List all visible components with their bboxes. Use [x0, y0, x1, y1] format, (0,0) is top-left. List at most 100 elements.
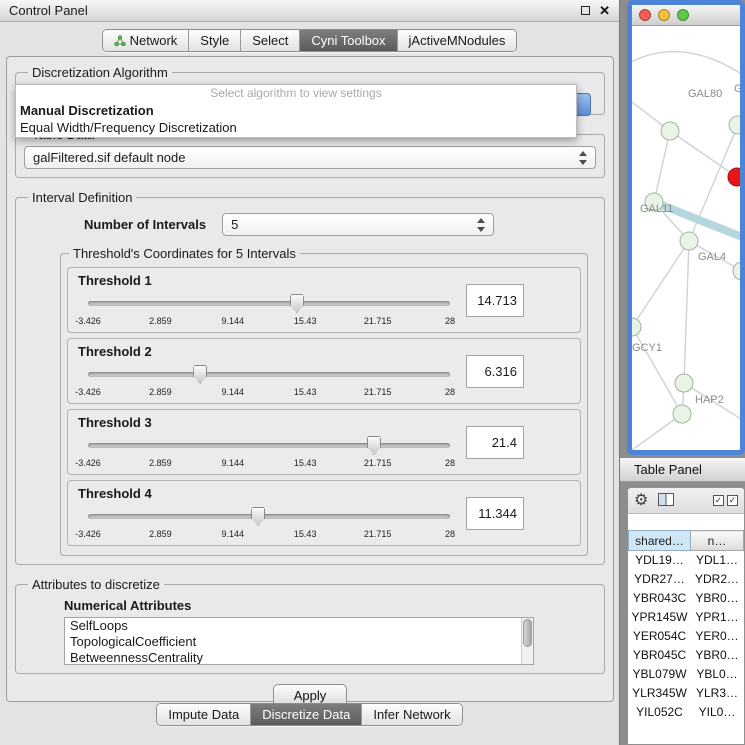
table-cell[interactable]: YIL0… [691, 703, 744, 722]
scrollbar-thumb[interactable] [523, 619, 532, 647]
algorithm-option-equal-width-frequency[interactable]: Equal Width/Frequency Discretization [16, 119, 576, 136]
select-all-checkbox-icon[interactable]: ✓ [713, 495, 724, 506]
slider-track[interactable] [88, 301, 450, 306]
table-cell[interactable]: YIL052C [629, 703, 691, 722]
zoom-traffic-light-icon[interactable] [677, 9, 689, 21]
number-of-intervals-row: Number of Intervals 5 [84, 213, 596, 236]
network-node[interactable] [673, 405, 691, 423]
table-cell[interactable]: YBR045C [629, 646, 691, 665]
tab-network[interactable]: Network [103, 30, 190, 51]
list-item[interactable]: BetweennessCentrality [65, 650, 533, 665]
tab-infer-network[interactable]: Infer Network [362, 704, 461, 725]
slider-thumb[interactable] [193, 365, 207, 384]
threshold-value-box[interactable]: 6.316 [466, 355, 524, 388]
table-cell[interactable]: YBR0… [691, 646, 744, 665]
table-row[interactable]: YDR27…YDR2… [629, 570, 744, 589]
slider-thumb[interactable] [367, 436, 381, 455]
table-row[interactable]: YIL052CYIL0… [629, 703, 744, 722]
network-graph[interactable]: GAL80GAGAL11GAL4GCY1HAP2 [632, 26, 740, 450]
network-edge[interactable] [670, 131, 737, 177]
tab-jactivemnodules[interactable]: jActiveMNodules [398, 30, 517, 51]
list-item[interactable]: TopologicalCoefficient [65, 634, 533, 650]
column-header-shared-name[interactable]: shared… [629, 531, 691, 551]
threshold-slider[interactable] [88, 365, 450, 385]
network-edge[interactable] [632, 327, 682, 414]
table-row[interactable]: YPR145WYPR1… [629, 608, 744, 627]
select-none-checkbox-icon[interactable]: ✓ [727, 495, 738, 506]
list-item[interactable]: SelfLoops [65, 618, 533, 634]
network-node[interactable] [680, 232, 698, 250]
table-data-combo[interactable]: galFiltered.sif default node [24, 146, 596, 169]
table-cell[interactable]: YPR1… [691, 608, 744, 627]
thresholds-group-label: Threshold's Coordinates for 5 Intervals [69, 246, 300, 261]
table-cell[interactable]: YBR0… [691, 589, 744, 608]
network-edge[interactable] [632, 241, 689, 327]
network-node-label: GAL4 [698, 251, 726, 263]
number-of-intervals-combo[interactable]: 5 [222, 213, 494, 236]
table-cell[interactable]: YDR2… [691, 570, 744, 589]
table-cell[interactable]: YDR27… [629, 570, 691, 589]
table-cell[interactable]: YDL19… [629, 551, 691, 570]
table-cell[interactable]: YDL1… [691, 551, 744, 570]
network-node[interactable] [675, 374, 693, 392]
tab-cyni-toolbox[interactable]: Cyni Toolbox [300, 30, 397, 51]
network-node[interactable] [632, 318, 641, 336]
tab-select[interactable]: Select [241, 30, 300, 51]
table-cell[interactable]: YLR3… [691, 684, 744, 703]
table-row[interactable]: YDL19…YDL1… [629, 551, 744, 570]
tab-discretize-data[interactable]: Discretize Data [251, 704, 362, 725]
table-cell[interactable]: YER054C [629, 627, 691, 646]
close-window-icon[interactable]: ✕ [599, 4, 610, 17]
table-row[interactable]: YBL079WYBL0… [629, 665, 744, 684]
table-cell[interactable]: YBR043C [629, 589, 691, 608]
tab-impute-data[interactable]: Impute Data [157, 704, 251, 725]
table-cell[interactable]: YLR345W [629, 684, 691, 703]
table-cell[interactable]: YER0… [691, 627, 744, 646]
algorithm-option-manual-discretization[interactable]: Manual Discretization [16, 102, 576, 119]
table-columns-icon[interactable] [658, 493, 674, 509]
slider-thumb[interactable] [251, 507, 265, 526]
table-cell[interactable]: YBL0… [691, 665, 744, 684]
numerical-attributes-list[interactable]: SelfLoopsTopologicalCoefficientBetweenne… [64, 617, 534, 665]
control-panel-titlebar: Control Panel ✕ [0, 0, 619, 22]
minimize-traffic-light-icon[interactable] [658, 9, 670, 21]
threshold-panel: Threshold 4 -3.4262.8599.14415.4321.7152… [67, 480, 581, 546]
table-cell[interactable]: YPR145W [629, 608, 691, 627]
network-node[interactable] [729, 116, 740, 134]
network-canvas[interactable]: GAL80GAGAL11GAL4GCY1HAP2 [632, 26, 740, 450]
table-row[interactable]: YBR045CYBR0… [629, 646, 744, 665]
network-edge[interactable] [684, 241, 689, 383]
network-edge[interactable] [654, 131, 670, 202]
network-node-label: GAL11 [640, 203, 673, 215]
stepper-arrows-icon[interactable] [577, 150, 590, 166]
table-cell[interactable]: YBL079W [629, 665, 691, 684]
algorithm-placeholder-text: Select algorithm to view settings [16, 85, 576, 102]
network-edge[interactable] [632, 52, 740, 81]
network-node-selected-red[interactable] [728, 168, 740, 186]
list-scrollbar[interactable] [521, 618, 533, 664]
slider-track[interactable] [88, 372, 450, 377]
threshold-value-box[interactable]: 11.344 [466, 497, 524, 530]
threshold-value-box[interactable]: 21.4 [466, 426, 524, 459]
slider-track[interactable] [88, 514, 450, 519]
attributes-group-label: Attributes to discretize [28, 577, 164, 592]
table-row[interactable]: YLR345WYLR3… [629, 684, 744, 703]
slider-track[interactable] [88, 443, 450, 448]
table-row[interactable]: YER054CYER0… [629, 627, 744, 646]
slider-thumb[interactable] [290, 294, 304, 313]
network-node[interactable] [733, 262, 740, 280]
network-node[interactable] [661, 122, 679, 140]
close-traffic-light-icon[interactable] [639, 9, 651, 21]
table-row[interactable]: YBR043CYBR0… [629, 589, 744, 608]
tab-style[interactable]: Style [189, 30, 241, 51]
threshold-slider[interactable] [88, 507, 450, 527]
stepper-arrows-icon[interactable] [475, 217, 488, 233]
threshold-slider[interactable] [88, 436, 450, 456]
threshold-slider[interactable] [88, 294, 450, 314]
table-panel-spacer [628, 514, 744, 530]
float-window-icon[interactable] [581, 6, 590, 15]
gear-icon[interactable]: ⚙ [634, 493, 648, 509]
threshold-value-box[interactable]: 14.713 [466, 284, 524, 317]
table-body: YDL19…YDL1…YDR27…YDR2…YBR043CYBR0…YPR145… [629, 551, 744, 722]
column-header-name[interactable]: n… [691, 531, 744, 551]
